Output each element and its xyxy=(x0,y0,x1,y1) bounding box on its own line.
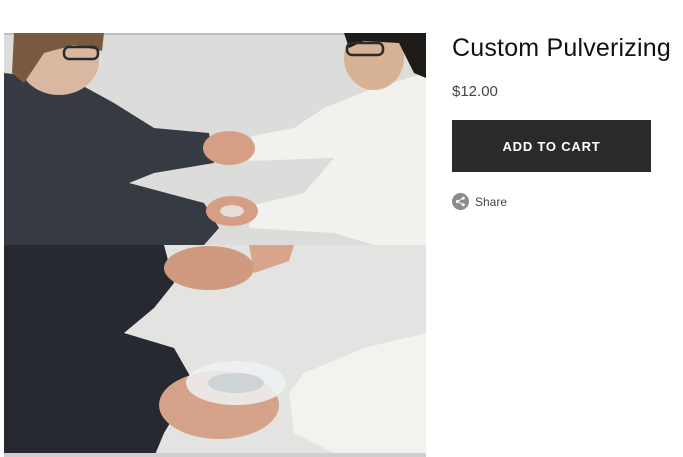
product-page: Custom Pulverizing $12.00 ADD TO CART Sh… xyxy=(0,0,683,457)
share-icon xyxy=(452,193,469,210)
add-to-cart-button[interactable]: ADD TO CART xyxy=(452,120,651,172)
product-price: $12.00 xyxy=(452,83,498,100)
share-label: Share xyxy=(475,194,508,209)
product-title: Custom Pulverizing xyxy=(452,34,671,62)
product-image[interactable] xyxy=(4,33,426,457)
share-button[interactable]: Share xyxy=(452,193,507,210)
product-details: Custom Pulverizing $12.00 ADD TO CART Sh… xyxy=(452,33,683,210)
